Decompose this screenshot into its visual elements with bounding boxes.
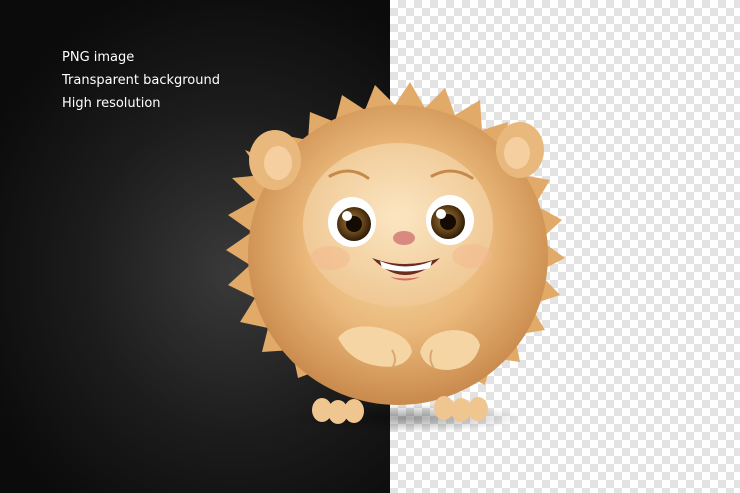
right-eye — [426, 195, 474, 245]
fluffy-hedgehog-illustration — [226, 82, 565, 432]
left-cheek — [310, 246, 350, 270]
left-eye — [328, 197, 376, 247]
left-ear — [249, 130, 301, 190]
right-cheek — [452, 244, 492, 268]
left-foot — [312, 398, 364, 424]
preview-stage: PNG image Transparent background High re… — [0, 0, 740, 493]
right-foot — [434, 396, 488, 422]
right-ear — [496, 122, 544, 178]
nose — [393, 231, 415, 245]
